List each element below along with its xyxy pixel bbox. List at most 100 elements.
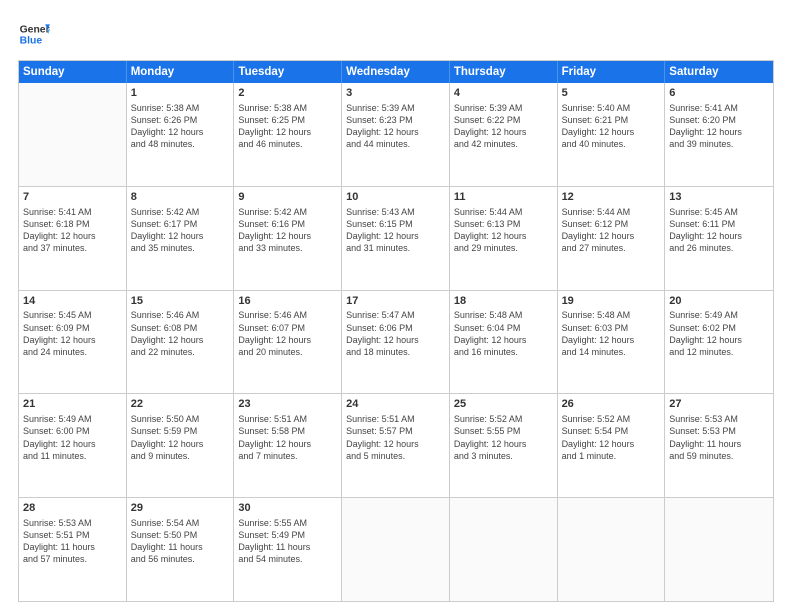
cell-info-line: Sunset: 5:49 PM	[238, 529, 337, 541]
header: General Blue	[18, 18, 774, 50]
cell-info-line: Sunset: 5:53 PM	[669, 425, 769, 437]
calendar-cell	[450, 498, 558, 601]
cell-info-line: and 24 minutes.	[23, 346, 122, 358]
cell-info-line: Daylight: 11 hours	[23, 541, 122, 553]
cell-info-line: and 57 minutes.	[23, 553, 122, 565]
cell-info-line: Daylight: 12 hours	[562, 230, 661, 242]
cell-info-line: Daylight: 12 hours	[131, 334, 230, 346]
cell-info-line: and 20 minutes.	[238, 346, 337, 358]
logo-icon: General Blue	[18, 18, 50, 50]
cell-info-line: Sunrise: 5:43 AM	[346, 206, 445, 218]
cell-info-line: Sunrise: 5:54 AM	[131, 517, 230, 529]
calendar-body: 1Sunrise: 5:38 AMSunset: 6:26 PMDaylight…	[19, 83, 773, 601]
day-number: 24	[346, 397, 445, 412]
cell-info-line: Sunrise: 5:48 AM	[562, 309, 661, 321]
cell-info-line: and 37 minutes.	[23, 242, 122, 254]
day-number: 6	[669, 86, 769, 101]
day-number: 25	[454, 397, 553, 412]
day-number: 12	[562, 190, 661, 205]
cell-info-line: Daylight: 12 hours	[454, 126, 553, 138]
day-number: 21	[23, 397, 122, 412]
weekday-header: Friday	[558, 61, 666, 83]
calendar-row: 14Sunrise: 5:45 AMSunset: 6:09 PMDayligh…	[19, 290, 773, 394]
day-number: 10	[346, 190, 445, 205]
cell-info-line: Sunrise: 5:42 AM	[131, 206, 230, 218]
cell-info-line: and 18 minutes.	[346, 346, 445, 358]
cell-info-line: and 33 minutes.	[238, 242, 337, 254]
cell-info-line: Sunset: 5:59 PM	[131, 425, 230, 437]
weekday-header: Wednesday	[342, 61, 450, 83]
calendar-cell: 19Sunrise: 5:48 AMSunset: 6:03 PMDayligh…	[558, 291, 666, 394]
day-number: 8	[131, 190, 230, 205]
cell-info-line: Sunrise: 5:45 AM	[669, 206, 769, 218]
cell-info-line: Daylight: 12 hours	[669, 334, 769, 346]
calendar-cell: 29Sunrise: 5:54 AMSunset: 5:50 PMDayligh…	[127, 498, 235, 601]
day-number: 15	[131, 294, 230, 309]
cell-info-line: Daylight: 12 hours	[454, 438, 553, 450]
calendar-cell: 9Sunrise: 5:42 AMSunset: 6:16 PMDaylight…	[234, 187, 342, 290]
cell-info-line: Sunset: 6:09 PM	[23, 322, 122, 334]
cell-info-line: Daylight: 12 hours	[669, 230, 769, 242]
svg-text:General: General	[20, 24, 50, 35]
cell-info-line: Sunset: 5:51 PM	[23, 529, 122, 541]
cell-info-line: Sunset: 6:08 PM	[131, 322, 230, 334]
cell-info-line: Sunset: 6:25 PM	[238, 114, 337, 126]
calendar-cell: 5Sunrise: 5:40 AMSunset: 6:21 PMDaylight…	[558, 83, 666, 186]
cell-info-line: Sunset: 6:26 PM	[131, 114, 230, 126]
calendar-cell: 27Sunrise: 5:53 AMSunset: 5:53 PMDayligh…	[665, 394, 773, 497]
cell-info-line: Sunrise: 5:49 AM	[669, 309, 769, 321]
calendar-cell: 21Sunrise: 5:49 AMSunset: 6:00 PMDayligh…	[19, 394, 127, 497]
cell-info-line: Sunset: 6:04 PM	[454, 322, 553, 334]
cell-info-line: Daylight: 12 hours	[346, 334, 445, 346]
calendar-cell	[342, 498, 450, 601]
cell-info-line: Sunset: 6:06 PM	[346, 322, 445, 334]
cell-info-line: Sunrise: 5:44 AM	[454, 206, 553, 218]
cell-info-line: Daylight: 12 hours	[238, 230, 337, 242]
weekday-header: Saturday	[665, 61, 773, 83]
calendar-cell: 14Sunrise: 5:45 AMSunset: 6:09 PMDayligh…	[19, 291, 127, 394]
day-number: 28	[23, 501, 122, 516]
calendar-cell: 17Sunrise: 5:47 AMSunset: 6:06 PMDayligh…	[342, 291, 450, 394]
cell-info-line: Sunrise: 5:51 AM	[238, 413, 337, 425]
weekday-header: Tuesday	[234, 61, 342, 83]
cell-info-line: and 7 minutes.	[238, 450, 337, 462]
calendar-cell: 20Sunrise: 5:49 AMSunset: 6:02 PMDayligh…	[665, 291, 773, 394]
cell-info-line: Daylight: 12 hours	[238, 126, 337, 138]
cell-info-line: Sunrise: 5:53 AM	[23, 517, 122, 529]
cell-info-line: Daylight: 12 hours	[131, 230, 230, 242]
calendar-row: 28Sunrise: 5:53 AMSunset: 5:51 PMDayligh…	[19, 497, 773, 601]
svg-text:Blue: Blue	[20, 36, 43, 47]
day-number: 29	[131, 501, 230, 516]
day-number: 22	[131, 397, 230, 412]
day-number: 17	[346, 294, 445, 309]
cell-info-line: Sunset: 6:03 PM	[562, 322, 661, 334]
calendar-row: 7Sunrise: 5:41 AMSunset: 6:18 PMDaylight…	[19, 186, 773, 290]
cell-info-line: Sunset: 6:21 PM	[562, 114, 661, 126]
calendar-row: 1Sunrise: 5:38 AMSunset: 6:26 PMDaylight…	[19, 83, 773, 186]
cell-info-line: Sunset: 6:02 PM	[669, 322, 769, 334]
cell-info-line: and 3 minutes.	[454, 450, 553, 462]
cell-info-line: and 26 minutes.	[669, 242, 769, 254]
calendar-cell: 13Sunrise: 5:45 AMSunset: 6:11 PMDayligh…	[665, 187, 773, 290]
cell-info-line: and 56 minutes.	[131, 553, 230, 565]
calendar-cell: 10Sunrise: 5:43 AMSunset: 6:15 PMDayligh…	[342, 187, 450, 290]
calendar-cell: 28Sunrise: 5:53 AMSunset: 5:51 PMDayligh…	[19, 498, 127, 601]
cell-info-line: Sunset: 6:15 PM	[346, 218, 445, 230]
day-number: 30	[238, 501, 337, 516]
day-number: 2	[238, 86, 337, 101]
cell-info-line: and 35 minutes.	[131, 242, 230, 254]
cell-info-line: and 9 minutes.	[131, 450, 230, 462]
cell-info-line: Sunrise: 5:41 AM	[23, 206, 122, 218]
cell-info-line: Daylight: 12 hours	[23, 334, 122, 346]
calendar-cell: 11Sunrise: 5:44 AMSunset: 6:13 PMDayligh…	[450, 187, 558, 290]
cell-info-line: Sunrise: 5:45 AM	[23, 309, 122, 321]
cell-info-line: Sunrise: 5:48 AM	[454, 309, 553, 321]
calendar: SundayMondayTuesdayWednesdayThursdayFrid…	[18, 60, 774, 602]
cell-info-line: and 54 minutes.	[238, 553, 337, 565]
cell-info-line: Sunrise: 5:39 AM	[454, 102, 553, 114]
cell-info-line: Sunrise: 5:39 AM	[346, 102, 445, 114]
page: General Blue SundayMondayTuesdayWednesda…	[0, 0, 792, 612]
cell-info-line: and 40 minutes.	[562, 138, 661, 150]
cell-info-line: Sunrise: 5:51 AM	[346, 413, 445, 425]
cell-info-line: Sunrise: 5:38 AM	[238, 102, 337, 114]
